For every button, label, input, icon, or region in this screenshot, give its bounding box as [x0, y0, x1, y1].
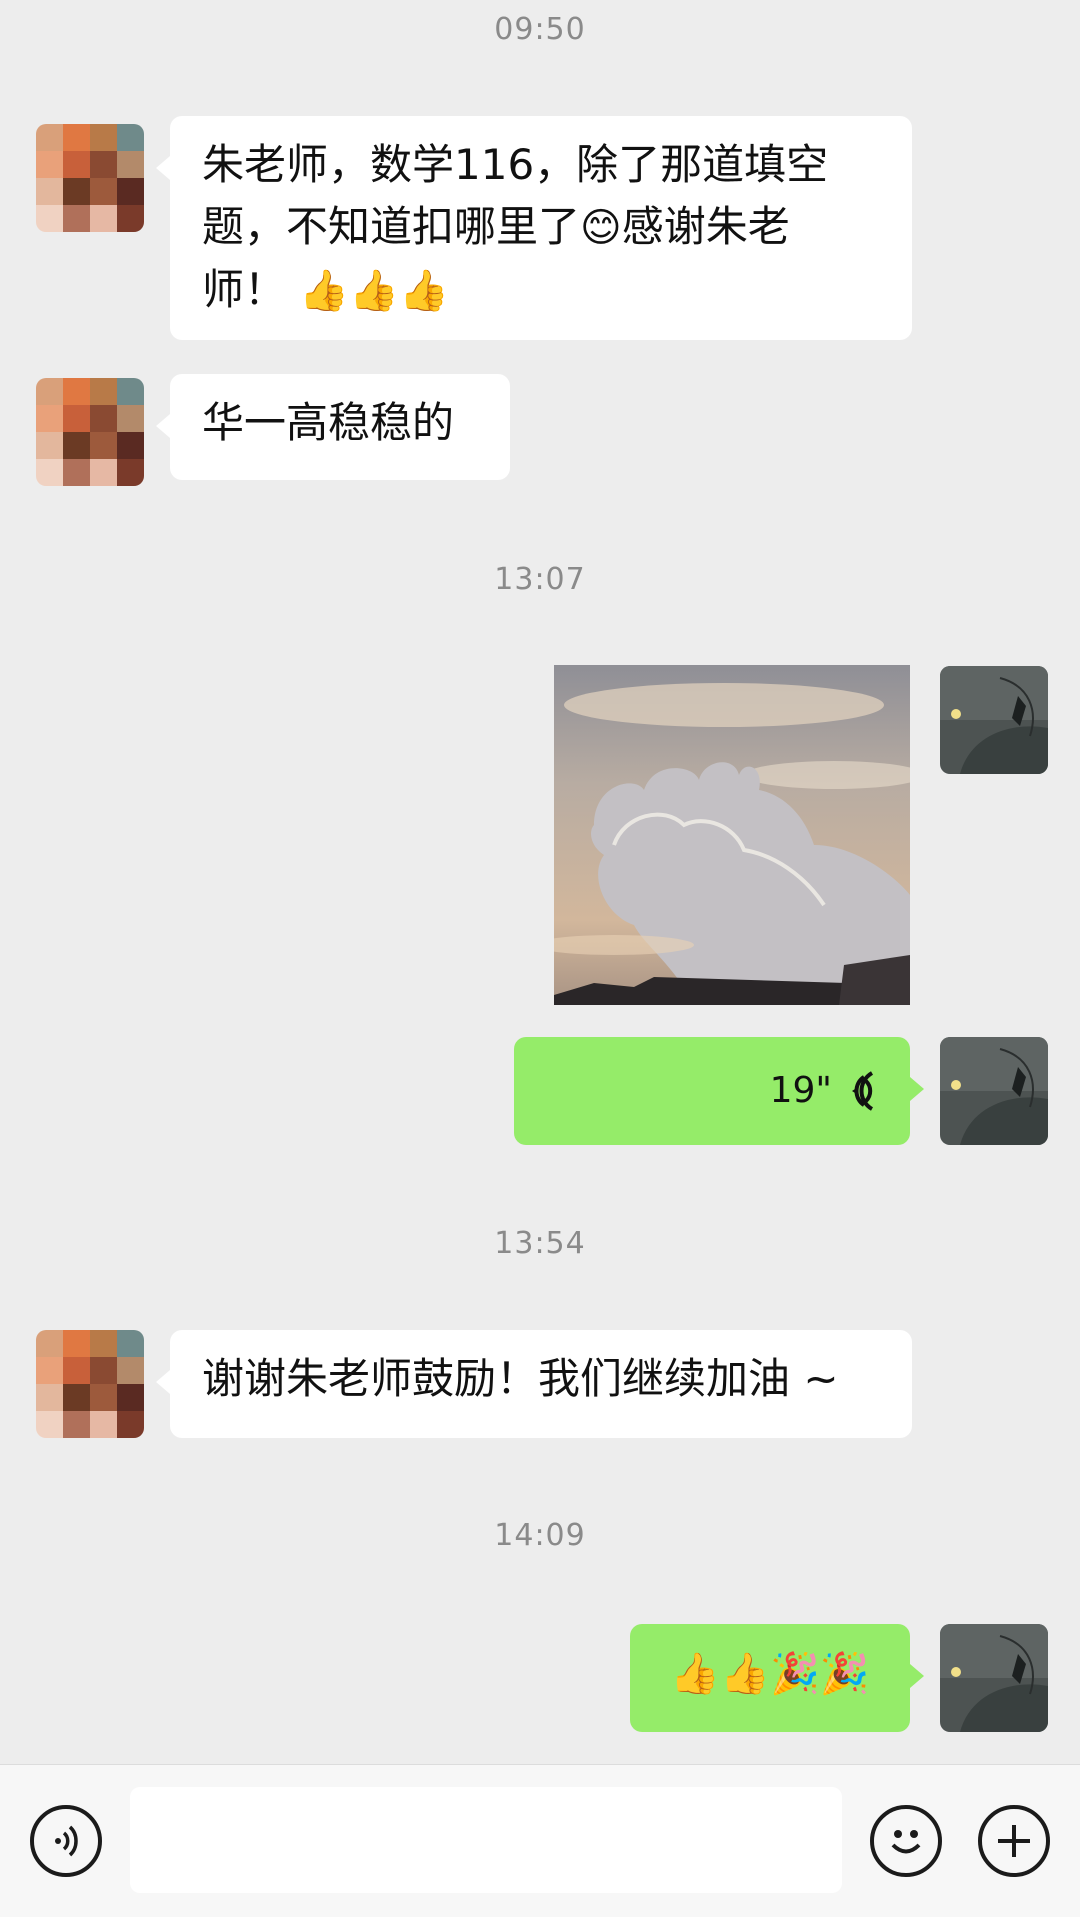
thumbs-up-emoji: 👍👍👍 — [299, 268, 449, 314]
chat-input-bar — [0, 1764, 1080, 1917]
message-text: 华一高稳稳的 — [202, 398, 455, 447]
message-bubble-incoming[interactable]: 华一高稳稳的 — [156, 374, 510, 480]
message-bubble-incoming[interactable]: 朱老师，数学116，除了那道填空 题，不知道扣哪里了😊感谢朱老 师！ 👍👍👍 — [156, 116, 912, 340]
timestamp: 13:07 — [494, 562, 586, 597]
timestamp: 13:54 — [494, 1226, 586, 1261]
message-input[interactable] — [130, 1787, 842, 1893]
voice-wave-icon — [852, 1071, 874, 1111]
voice-input-icon[interactable] — [30, 1805, 102, 1877]
contact-avatar[interactable] — [36, 378, 144, 486]
my-avatar[interactable] — [940, 666, 1048, 774]
voice-message-bubble[interactable]: 19" — [514, 1037, 924, 1145]
thumbs-party-emoji: 👍👍🎉🎉 — [670, 1651, 870, 1697]
emoji-face-icon[interactable] — [870, 1805, 942, 1877]
smile-emoji: 😊 — [580, 205, 622, 251]
timestamp: 09:50 — [494, 12, 586, 47]
message-text: 朱老师，数学116，除了那道填空 题，不知道扣哪里了😊感谢朱老 师！ 👍👍👍 — [202, 140, 829, 314]
message-text: 谢谢朱老师鼓励！我们继续加油 ~ — [202, 1354, 839, 1403]
contact-avatar[interactable] — [36, 124, 144, 232]
contact-avatar[interactable] — [36, 1330, 144, 1438]
voice-duration: 19" — [769, 1070, 832, 1111]
timestamp: 14:09 — [494, 1518, 586, 1553]
my-avatar[interactable] — [940, 1037, 1048, 1145]
plus-circle-icon[interactable] — [978, 1805, 1050, 1877]
message-bubble-incoming[interactable]: 谢谢朱老师鼓励！我们继续加油 ~ — [156, 1330, 912, 1438]
sent-photo-sky-clouds[interactable] — [554, 665, 910, 1005]
message-bubble-outgoing[interactable]: 👍👍🎉🎉 — [630, 1624, 924, 1732]
my-avatar[interactable] — [940, 1624, 1048, 1732]
